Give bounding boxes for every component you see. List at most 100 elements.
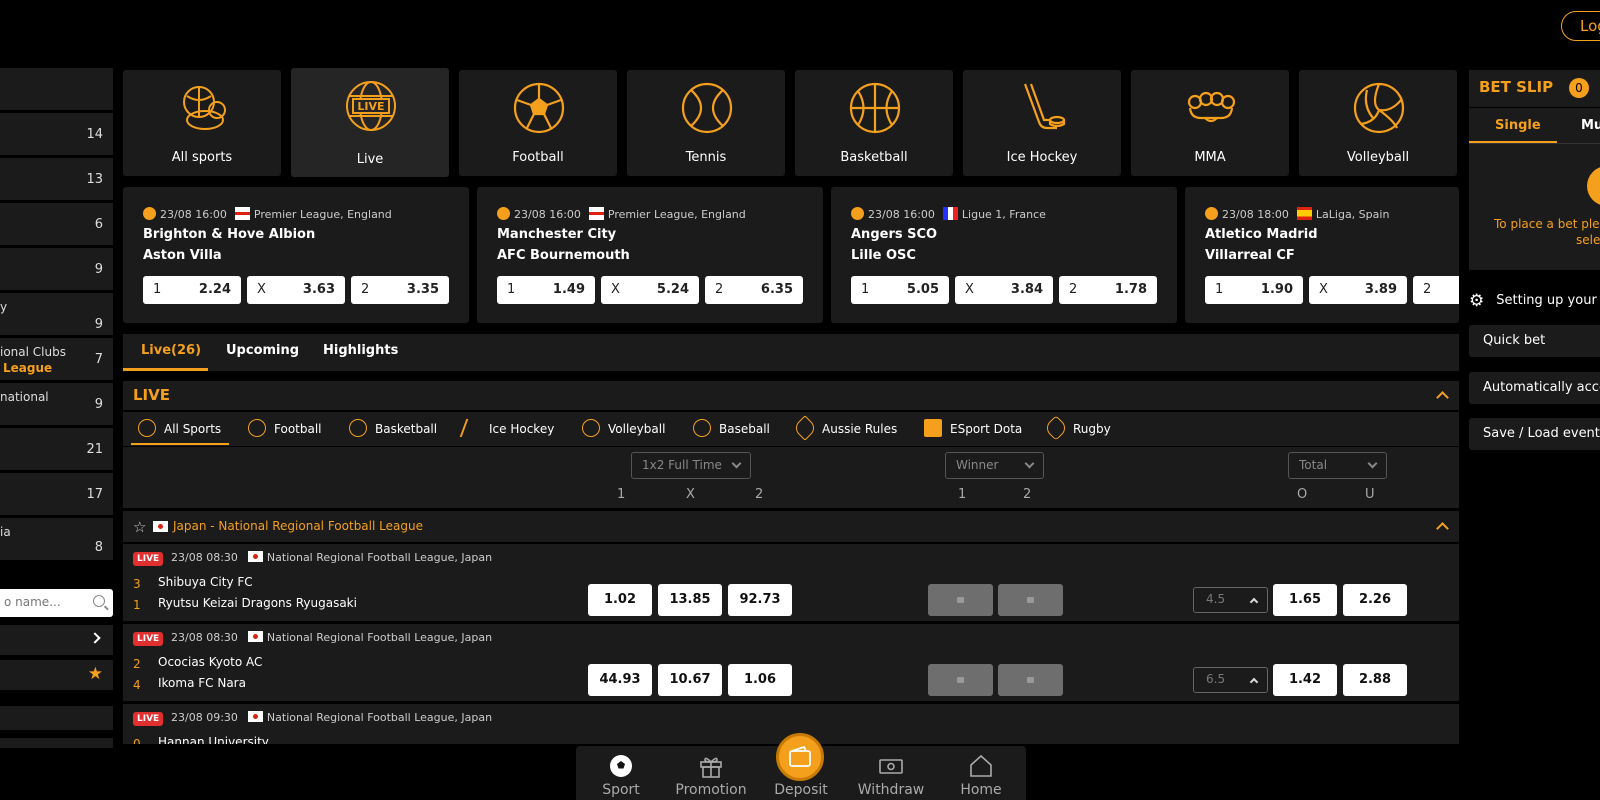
sport-filter-volleyball[interactable]: Volleyball — [582, 419, 665, 437]
sidebar-item[interactable] — [0, 706, 113, 730]
sport-filter-basketball[interactable]: Basketball — [349, 419, 437, 437]
league-header[interactable]: ☆ Japan - National Regional Football Lea… — [123, 511, 1459, 542]
odds-button[interactable]: 2 — [1413, 276, 1459, 304]
odds-button[interactable]: 92.73 — [728, 584, 792, 616]
save-load-events-button[interactable]: Save / Load events — [1469, 418, 1600, 450]
sidebar-item[interactable]: 6 — [0, 203, 113, 247]
sidebar-item[interactable]: 21 — [0, 428, 113, 472]
odds-button[interactable]: 1 2.24 — [143, 276, 241, 304]
event-row[interactable]: LIVE 23/08 08:30 National Regional Footb… — [123, 624, 1459, 701]
odds-button[interactable]: 1.65 — [1273, 584, 1337, 616]
gear-icon[interactable]: ⚙ — [1469, 291, 1484, 311]
market-col-header: 2 — [1023, 487, 1032, 502]
japan-flag-icon — [153, 521, 168, 532]
all-sports-icon — [183, 86, 226, 130]
odds-button[interactable]: 1 1.49 — [497, 276, 595, 304]
sidebar-item[interactable]: 17 — [0, 473, 113, 517]
market-select-1x2[interactable]: 1x2 Full Time — [631, 452, 751, 479]
odds-button[interactable]: 44.93 — [588, 664, 652, 696]
home-team: Brighton & Hove Albion — [143, 227, 316, 242]
odds-button[interactable]: 2 6.35 — [705, 276, 803, 304]
sidebar-expand-row[interactable] — [0, 625, 113, 655]
odds-button[interactable]: 2.26 — [1343, 584, 1407, 616]
betslip-body: Single Mul To place a bet pleasele — [1469, 108, 1600, 270]
sport-filter-football[interactable]: Football — [248, 419, 322, 437]
sidebar-search-input[interactable]: o name... — [0, 589, 113, 617]
sport-filter-rugby[interactable]: Rugby — [1043, 415, 1111, 441]
sport-filter-aussie-rules[interactable]: Aussie Rules — [792, 415, 897, 441]
featured-match-card[interactable]: 23/08 16:00 Ligue 1, France Angers SCO Li… — [831, 187, 1177, 323]
odds-button[interactable]: X 5.24 — [601, 276, 699, 304]
login-button[interactable]: Log — [1561, 11, 1600, 41]
quick-bet-button[interactable]: Quick bet — [1469, 325, 1600, 357]
search-icon[interactable] — [93, 595, 105, 607]
collapse-icon[interactable] — [1436, 522, 1449, 535]
favorite-star-icon[interactable]: ☆ — [133, 518, 146, 536]
chevron-right-icon[interactable] — [89, 632, 101, 644]
sidebar-item[interactable]: national 9 — [0, 383, 113, 427]
collapse-icon[interactable] — [1436, 391, 1449, 404]
sport-tile-live[interactable]: LIVE Live — [291, 68, 449, 177]
sidebar-label: ional Clubs — [0, 345, 66, 359]
featured-match-card[interactable]: 23/08 16:00 Premier League, England Brigh… — [123, 187, 469, 323]
sport-tile-football[interactable]: Football — [459, 70, 617, 176]
featured-match-card[interactable]: 23/08 16:00 Premier League, England Manch… — [477, 187, 823, 323]
live-section-header[interactable]: LIVE — [123, 381, 1459, 410]
sport-filter-all-sports[interactable]: All Sports — [138, 419, 221, 437]
sidebar-item[interactable]: 13 — [0, 158, 113, 202]
tab-live[interactable]: Live(26) — [141, 343, 201, 358]
odds-button[interactable]: X 3.84 — [955, 276, 1053, 304]
sport-filter-ice-hockey[interactable]: Ice Hockey — [459, 419, 554, 437]
auto-accept-button[interactable]: Automatically accep — [1469, 372, 1600, 404]
odds-button[interactable]: 1.02 — [588, 584, 652, 616]
sidebar-favorites-row[interactable]: ★ — [0, 660, 113, 690]
tab-highlights[interactable]: Highlights — [323, 343, 398, 358]
sport-tile-label: Football — [512, 150, 564, 165]
star-icon[interactable]: ★ — [88, 664, 103, 684]
total-line-select[interactable]: 4.5 — [1193, 587, 1268, 613]
deposit-circle-button[interactable] — [776, 733, 824, 781]
sidebar-item[interactable]: 9 — [0, 248, 113, 292]
odds-button[interactable]: 1.42 — [1273, 664, 1337, 696]
sport-tile-all-sports[interactable]: All sports — [123, 70, 281, 176]
sport-tile-tennis[interactable]: Tennis — [627, 70, 785, 176]
odds-button[interactable]: 2.88 — [1343, 664, 1407, 696]
odds-button[interactable]: X 3.89 — [1309, 276, 1407, 304]
active-tab-underline — [1469, 141, 1557, 143]
market-col-header: 1 — [617, 487, 626, 502]
sport-tile-ice-hockey[interactable]: Ice Hockey — [963, 70, 1121, 176]
sidebar-item[interactable]: 14 — [0, 113, 113, 157]
tab-upcoming[interactable]: Upcoming — [226, 343, 299, 358]
market-select-total[interactable]: Total — [1288, 452, 1387, 479]
event-row[interactable]: LIVE 23/08 08:30 National Regional Footb… — [123, 544, 1459, 621]
odds-button[interactable]: 1 5.05 — [851, 276, 949, 304]
sport-filter-baseball[interactable]: Baseball — [693, 419, 770, 437]
event-meta: 23/08 08:30 National Regional Football L… — [171, 551, 493, 564]
sidebar-item[interactable] — [0, 738, 113, 748]
odds-button[interactable]: 1.06 — [728, 664, 792, 696]
sidebar-item[interactable]: ional Clubs League 7 — [0, 338, 113, 382]
odds-button[interactable]: 1 1.90 — [1205, 276, 1303, 304]
odds-button[interactable]: 2 1.78 — [1059, 276, 1157, 304]
sidebar-count: 7 — [94, 352, 103, 367]
sidebar-count: 9 — [94, 262, 103, 277]
odds-button[interactable]: 13.85 — [658, 584, 722, 616]
total-line-select[interactable]: 6.5 — [1193, 667, 1268, 693]
sidebar-item[interactable]: ia 8 — [0, 518, 113, 562]
tab-multi[interactable]: Mul — [1581, 118, 1600, 133]
betslip-settings[interactable]: ⚙ Setting up your b — [1469, 291, 1600, 311]
odds-button[interactable]: 10.67 — [658, 664, 722, 696]
odds-button[interactable]: 2 3.35 — [351, 276, 449, 304]
sidebar-item[interactable]: y9 — [0, 293, 113, 337]
tab-single[interactable]: Single — [1495, 118, 1541, 133]
sport-filter-esport-dota[interactable]: ESport Dota — [924, 419, 1022, 437]
featured-match-card[interactable]: 23/08 18:00 LaLiga, Spain Atletico Madrid… — [1185, 187, 1459, 323]
sidebar-item[interactable] — [0, 68, 113, 112]
sport-tile-volleyball[interactable]: Volleyball — [1299, 70, 1457, 176]
left-sidebar: 14 13 6 9 y9 ional Clubs League 7 national… — [0, 68, 113, 563]
sport-tile-mma[interactable]: MMA — [1131, 70, 1289, 176]
sport-tile-basketball[interactable]: Basketball — [795, 70, 953, 176]
odds-button[interactable]: X 3.63 — [247, 276, 345, 304]
market-select-winner[interactable]: Winner — [945, 452, 1044, 479]
live-badge: LIVE — [133, 712, 164, 726]
